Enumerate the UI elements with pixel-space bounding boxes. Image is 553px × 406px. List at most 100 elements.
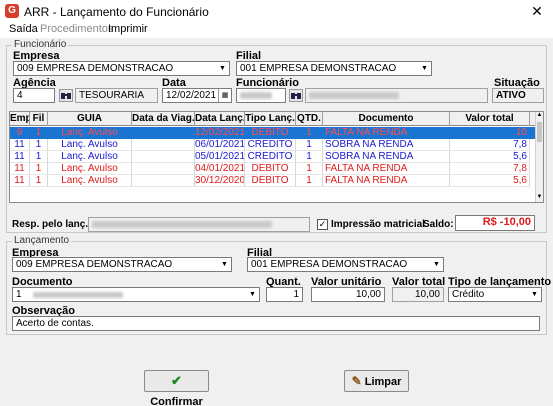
lanc-filial-select[interactable]: 001 EMPRESA DEMONSTRACAO ▼ — [247, 257, 444, 272]
scroll-thumb[interactable] — [537, 122, 542, 142]
col-guia[interactable]: GUIA — [48, 112, 132, 126]
quant-input[interactable]: 1 — [266, 287, 303, 302]
situacao-value: ATIVO — [496, 90, 526, 101]
chevron-down-icon[interactable]: ▼ — [218, 258, 231, 271]
grid-vertical-scrollbar[interactable]: ▲ ▼ — [535, 112, 543, 202]
app-logo-icon: G — [5, 4, 19, 18]
cell-valor-total: 7,8 — [450, 139, 530, 151]
cell-qtd: 1 — [296, 139, 323, 151]
cell-data-viag — [132, 139, 195, 151]
cell-emp: 11 — [10, 151, 30, 163]
documento-value: 1 — [16, 289, 22, 300]
resp-redacted — [92, 221, 272, 228]
scroll-up-icon[interactable]: ▲ — [536, 112, 543, 120]
menu-saida[interactable]: Saída — [9, 23, 38, 35]
funcionario-code-redacted — [240, 92, 272, 99]
lancamento-legend: Lançamento — [12, 235, 72, 246]
empresa-select-value: 009 EMPRESA DEMONSTRACAO — [17, 63, 174, 74]
table-row[interactable]: 11 1 Lanç. Avulso 05/01/2021 CRÉDITO 1 SOBRA N… — [10, 151, 537, 163]
valor-total-field: 10,00 — [392, 287, 444, 302]
chevron-down-icon[interactable]: ▼ — [430, 258, 443, 271]
confirmar-label: Confirmar — [150, 396, 203, 406]
cell-documento: SOBRA NA RENDA — [323, 139, 450, 151]
cell-fil: 1 — [30, 139, 48, 151]
col-qtd[interactable]: QTD. — [296, 112, 323, 126]
resp-field — [88, 217, 310, 232]
col-data-viag[interactable]: Data da Viag. — [132, 112, 195, 126]
cell-data-lanc: 04/01/2021 — [195, 163, 245, 175]
data-input[interactable]: 12/02/2021 ▦ — [162, 88, 232, 103]
table-row[interactable]: 9 1 Lanç. Avulso 12/02/2021 DÉBITO 1 FALTA NA … — [10, 127, 537, 139]
chevron-down-icon[interactable]: ▼ — [216, 62, 229, 75]
agencia-name-field: TESOURARIA — [75, 88, 158, 103]
scroll-down-icon[interactable]: ▼ — [536, 194, 543, 202]
lanc-empresa-value: 009 EMPRESA DEMONSTRACAO — [16, 259, 173, 270]
cell-guia: Lanç. Avulso — [48, 175, 132, 187]
title-bar: G ARR - Lançamento do Funcionário ✕ — [0, 0, 553, 22]
impressao-label[interactable]: Impressão matricial — [331, 219, 425, 230]
observacao-input[interactable]: Acerto de contas. — [12, 316, 540, 331]
cell-tipo-lanc: DÉBITO — [245, 127, 296, 139]
cell-fil: 1 — [30, 151, 48, 163]
confirmar-button[interactable]: ✔ Confirmar — [144, 370, 209, 406]
empresa-select[interactable]: 009 EMPRESA DEMONSTRACAO ▼ — [13, 61, 230, 76]
cell-documento: SOBRA NA RENDA — [323, 151, 450, 163]
cell-guia: Lanç. Avulso — [48, 127, 132, 139]
cell-emp: 11 — [10, 163, 30, 175]
agencia-input[interactable]: 4 — [13, 88, 55, 103]
cell-fil: 1 — [30, 127, 48, 139]
cell-valor-total: 5,6 — [450, 175, 530, 187]
cell-emp: 9 — [10, 127, 30, 139]
binoculars-icon[interactable] — [289, 89, 303, 102]
cell-data-viag — [132, 163, 195, 175]
cell-documento: FALTA NA RENDA — [323, 175, 450, 187]
col-fil[interactable]: Fil — [30, 112, 48, 126]
cell-valor-total: 7,8 — [450, 163, 530, 175]
tipo-lancamento-select[interactable]: Crédito ▼ — [448, 287, 542, 302]
col-valor-total[interactable]: Valor total — [450, 112, 530, 126]
limpar-button[interactable]: ✎ Limpar — [344, 370, 409, 392]
documento-select[interactable]: 1 ▼ — [12, 287, 260, 302]
saldo-value: R$ -10,00 — [482, 216, 531, 228]
cell-data-lanc: 12/02/2021 — [195, 127, 245, 139]
situacao-field: ATIVO — [492, 88, 544, 103]
cell-fil: 1 — [30, 163, 48, 175]
col-documento[interactable]: Documento — [323, 112, 450, 126]
menu-imprimir[interactable]: Imprimir — [108, 23, 148, 35]
tipo-lancamento-value: Crédito — [452, 289, 485, 300]
cell-documento: FALTA NA RENDA — [323, 163, 450, 175]
col-emp[interactable]: Emp — [10, 112, 30, 126]
cell-qtd: 1 — [296, 151, 323, 163]
agencia-input-value: 4 — [17, 90, 23, 101]
saldo-field: R$ -10,00 — [455, 215, 535, 231]
binoculars-icon[interactable] — [59, 89, 73, 102]
cell-valor-total: 10 — [450, 127, 530, 139]
filial-select[interactable]: 001 EMPRESA DEMONSTRACAO ▼ — [236, 61, 432, 76]
quant-value: 1 — [293, 289, 299, 300]
col-tipo-lanc[interactable]: Tipo Lanç. — [245, 112, 296, 126]
cell-qtd: 1 — [296, 163, 323, 175]
col-data-lanc[interactable]: Data Lanç. — [195, 112, 245, 126]
cell-data-viag — [132, 151, 195, 163]
resp-label: Resp. pelo lanç.: — [12, 219, 92, 230]
cell-tipo-lanc: CRÉDITO — [245, 151, 296, 163]
close-icon[interactable]: ✕ — [527, 2, 547, 20]
lancamentos-grid[interactable]: Emp Fil GUIA Data da Viag. Data Lanç. Ti… — [9, 111, 544, 203]
cell-emp: 11 — [10, 175, 30, 187]
funcionario-code-input[interactable] — [236, 88, 286, 103]
chevron-down-icon[interactable]: ▼ — [246, 288, 259, 301]
impressao-checkbox[interactable]: ✓ — [317, 219, 328, 230]
menu-procedimentos[interactable]: Procedimentos — [40, 23, 113, 35]
cell-qtd: 1 — [296, 127, 323, 139]
valor-unitario-input[interactable]: 10,00 — [311, 287, 385, 302]
funcionario-name-redacted — [309, 92, 399, 99]
cell-qtd: 1 — [296, 175, 323, 187]
chevron-down-icon[interactable]: ▼ — [528, 288, 541, 301]
calendar-icon[interactable]: ▦ — [218, 89, 231, 102]
table-row[interactable]: 11 1 Lanç. Avulso 30/12/2020 DÉBITO 1 FALTA NA… — [10, 175, 537, 187]
lanc-empresa-select[interactable]: 009 EMPRESA DEMONSTRACAO ▼ — [12, 257, 232, 272]
cell-documento: FALTA NA RENDA — [323, 127, 450, 139]
table-row[interactable]: 11 1 Lanç. Avulso 04/01/2021 DÉBITO 1 FALTA NA… — [10, 163, 537, 175]
table-row[interactable]: 11 1 Lanç. Avulso 06/01/2021 CRÉDITO 1 SOBRA N… — [10, 139, 537, 151]
chevron-down-icon[interactable]: ▼ — [418, 62, 431, 75]
